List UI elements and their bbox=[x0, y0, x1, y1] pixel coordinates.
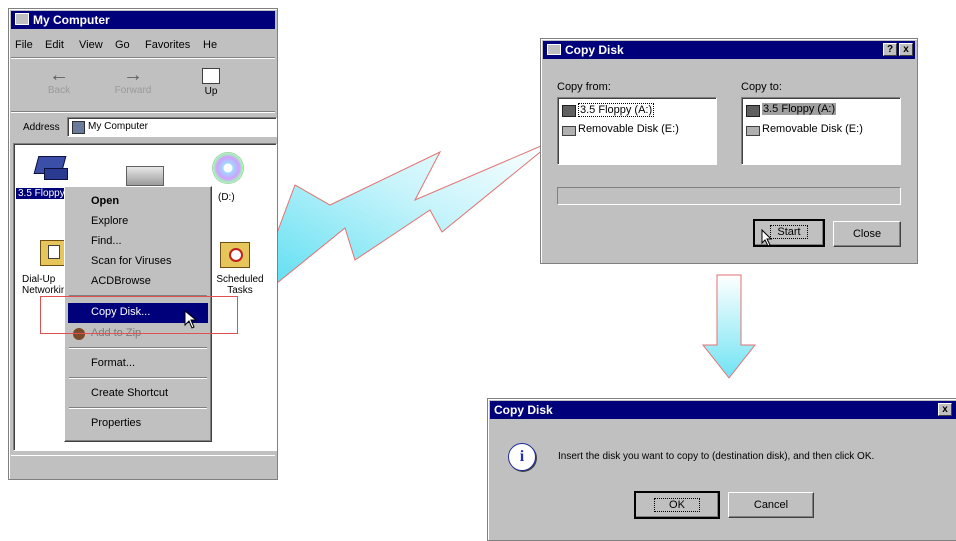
from-removable-label: Removable Disk (E:) bbox=[578, 123, 679, 135]
menu-go[interactable]: Go bbox=[115, 39, 130, 51]
prompt-title: Copy Disk bbox=[494, 403, 553, 417]
copy-disk-dialog: Copy Disk ? x Copy from: 3.5 Floppy (A:)… bbox=[540, 38, 918, 264]
mouse-cursor-icon bbox=[761, 229, 773, 247]
toolbar-divider bbox=[11, 111, 275, 113]
cd-label[interactable]: (D:) bbox=[218, 192, 235, 203]
copy-from-label: Copy from: bbox=[557, 81, 611, 93]
prompt-close-button[interactable]: x bbox=[938, 403, 952, 416]
cd-drive-icon[interactable] bbox=[212, 152, 244, 184]
down-arrow bbox=[701, 274, 757, 379]
menu-item-format[interactable]: Format... bbox=[91, 357, 135, 369]
copy-disk-title-icon bbox=[547, 44, 561, 55]
address-value: My Computer bbox=[88, 121, 149, 132]
menu-item-explore[interactable]: Explore bbox=[91, 215, 128, 227]
menu-item-open[interactable]: Open bbox=[91, 195, 119, 207]
progress-bar bbox=[557, 187, 901, 205]
menu-help[interactable]: He bbox=[203, 39, 217, 51]
menu-item-acdbrowse[interactable]: ACDBrowse bbox=[91, 275, 151, 287]
forward-button[interactable]: → Forward bbox=[111, 65, 155, 107]
menu-favorites[interactable]: Favorites bbox=[145, 39, 190, 51]
menu-edit[interactable]: Edit bbox=[45, 39, 64, 51]
close-window-button[interactable]: x bbox=[899, 43, 913, 56]
info-icon: i bbox=[508, 443, 536, 471]
computer-icon bbox=[15, 13, 29, 25]
back-button[interactable]: ← Back bbox=[39, 65, 79, 107]
copy-from-list[interactable]: 3.5 Floppy (A:) Removable Disk (E:) bbox=[557, 97, 717, 165]
highlight-box bbox=[40, 296, 238, 334]
ok-button[interactable]: OK bbox=[634, 491, 720, 519]
floppy-icon bbox=[746, 105, 760, 117]
back-arrow-icon: ← bbox=[49, 64, 69, 86]
start-label: Start bbox=[770, 225, 808, 239]
close-button[interactable]: Close bbox=[833, 221, 901, 247]
up-button[interactable]: Up bbox=[193, 65, 229, 107]
prompt-titlebar: Copy Disk bbox=[490, 401, 956, 419]
menubar-divider bbox=[11, 57, 275, 59]
help-button[interactable]: ? bbox=[883, 43, 897, 56]
menu-view[interactable]: View bbox=[79, 39, 103, 51]
removable-disk-icon bbox=[746, 126, 760, 136]
explorer-title: My Computer bbox=[33, 13, 110, 27]
insert-disk-dialog: Copy Disk x i Insert the disk you want t… bbox=[487, 398, 956, 541]
menu-separator bbox=[69, 377, 207, 379]
my-computer-small-icon bbox=[72, 121, 85, 134]
menu-separator bbox=[69, 347, 207, 349]
copy-disk-title: Copy Disk bbox=[565, 43, 624, 57]
folder-up-icon bbox=[202, 68, 220, 84]
back-label: Back bbox=[47, 85, 71, 96]
removable-disk-icon bbox=[562, 126, 576, 136]
menu-item-scan-viruses[interactable]: Scan for Viruses bbox=[91, 255, 172, 267]
scheduled-tasks-icon[interactable] bbox=[220, 242, 250, 268]
copy-disk-titlebar: Copy Disk bbox=[543, 41, 915, 59]
to-removable-label: Removable Disk (E:) bbox=[762, 123, 863, 135]
floppy-icon bbox=[562, 105, 576, 117]
menu-separator bbox=[69, 407, 207, 409]
from-floppy-label: 3.5 Floppy (A:) bbox=[578, 103, 655, 117]
prompt-message: Insert the disk you want to copy to (des… bbox=[558, 451, 875, 462]
forward-label: Forward bbox=[114, 85, 152, 96]
floppy-label[interactable]: 3.5 Floppy bbox=[16, 188, 68, 199]
forward-arrow-icon: → bbox=[123, 64, 143, 86]
address-label: Address bbox=[23, 122, 60, 133]
cancel-button[interactable]: Cancel bbox=[728, 492, 814, 518]
ok-label: OK bbox=[654, 498, 700, 512]
menu-item-create-shortcut[interactable]: Create Shortcut bbox=[91, 387, 168, 399]
menu-file[interactable]: File bbox=[15, 39, 33, 51]
copy-to-list[interactable]: 3.5 Floppy (A:) Removable Disk (E:) bbox=[741, 97, 901, 165]
scheduled-label[interactable]: Scheduled Tasks bbox=[210, 274, 270, 296]
status-bar bbox=[11, 455, 275, 476]
menu-item-properties[interactable]: Properties bbox=[91, 417, 141, 429]
menu-item-find[interactable]: Find... bbox=[91, 235, 122, 247]
floppy-drive-icon[interactable] bbox=[30, 154, 70, 182]
lightning-arrow bbox=[248, 139, 556, 307]
address-field[interactable]: My Computer bbox=[67, 117, 277, 137]
copy-to-label: Copy to: bbox=[741, 81, 782, 93]
to-floppy-label: 3.5 Floppy (A:) bbox=[762, 103, 837, 115]
explorer-titlebar: My Computer bbox=[11, 11, 275, 29]
up-label: Up bbox=[204, 86, 218, 97]
removable-drive-icon[interactable] bbox=[126, 166, 164, 186]
